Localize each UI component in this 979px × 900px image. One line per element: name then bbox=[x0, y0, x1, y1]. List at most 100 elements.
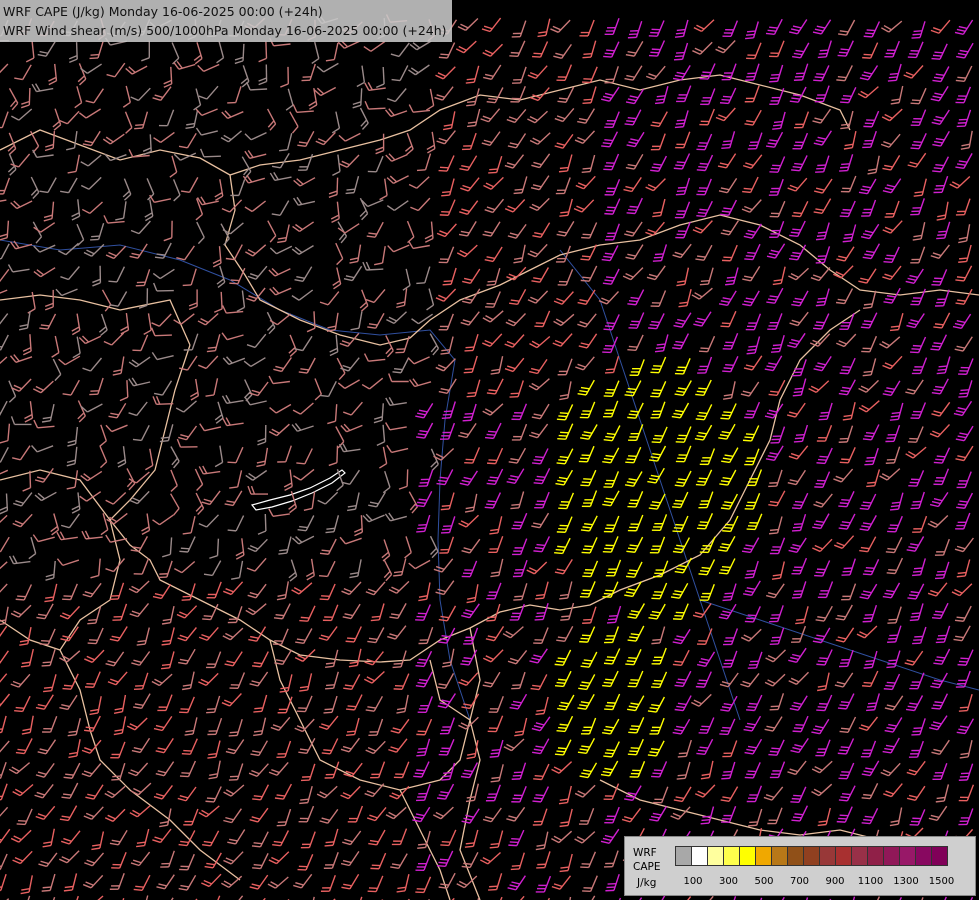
wind-barb bbox=[235, 43, 244, 63]
wind-barb bbox=[106, 647, 124, 668]
wind-barb bbox=[292, 529, 313, 545]
wind-barb bbox=[118, 112, 133, 134]
wind-barb bbox=[434, 893, 454, 900]
wind-barb bbox=[0, 58, 8, 78]
wind-barb bbox=[482, 328, 501, 348]
wind-barb bbox=[462, 265, 480, 286]
wind-barb bbox=[912, 19, 925, 40]
wind-barb bbox=[83, 578, 101, 599]
wind-barb bbox=[165, 43, 180, 65]
wind-barb bbox=[507, 465, 524, 486]
wind-barb bbox=[368, 873, 383, 895]
wind-barb bbox=[390, 850, 407, 871]
wind-barb bbox=[353, 88, 362, 108]
wind-barb bbox=[134, 872, 150, 893]
wind-barb bbox=[512, 421, 527, 443]
wind-barb bbox=[417, 151, 430, 172]
wind-barb bbox=[271, 712, 290, 732]
wind-barb bbox=[375, 425, 385, 446]
wind-barb bbox=[294, 171, 315, 188]
wind-barb bbox=[68, 716, 81, 737]
wind-barb bbox=[338, 373, 359, 390]
wind-barb bbox=[93, 446, 108, 468]
wind-barb bbox=[936, 219, 949, 240]
wind-barb bbox=[22, 334, 31, 355]
wind-barb bbox=[556, 175, 570, 197]
wind-barb bbox=[910, 130, 926, 152]
wind-barb bbox=[885, 691, 903, 712]
wind-barb bbox=[578, 735, 594, 756]
wind-barb bbox=[843, 400, 855, 421]
wind-barb bbox=[68, 153, 80, 174]
wind-barb bbox=[400, 133, 414, 155]
wind-barb bbox=[371, 601, 384, 622]
wind-barb bbox=[722, 738, 736, 760]
wind-barb bbox=[955, 602, 971, 623]
wind-barb bbox=[0, 714, 6, 735]
wind-barb bbox=[415, 852, 430, 874]
wind-barb bbox=[487, 266, 500, 287]
wind-barb bbox=[769, 153, 784, 175]
map-title-box: WRF CAPE (J/kg) Monday 16-06-2025 00:00 … bbox=[0, 0, 452, 42]
wind-barb bbox=[69, 42, 78, 62]
wind-barb bbox=[90, 695, 102, 716]
wind-barb bbox=[512, 536, 527, 558]
wind-barb bbox=[700, 581, 715, 603]
wind-barb bbox=[859, 395, 879, 414]
wind-barb bbox=[956, 196, 970, 218]
wind-barb bbox=[766, 579, 784, 600]
wind-barb bbox=[557, 445, 573, 466]
wind-barb bbox=[649, 442, 665, 463]
wind-barb bbox=[142, 449, 153, 470]
wind-barb bbox=[344, 262, 362, 283]
wind-barb bbox=[46, 514, 59, 535]
wind-barb bbox=[60, 622, 78, 643]
wind-barb bbox=[226, 241, 242, 262]
wind-barb bbox=[528, 60, 547, 80]
wind-barb bbox=[840, 444, 855, 466]
wind-barb bbox=[716, 103, 735, 123]
wind-barb bbox=[222, 104, 244, 119]
wind-barb bbox=[153, 263, 174, 281]
wind-barb bbox=[315, 893, 335, 900]
wind-barb bbox=[59, 349, 80, 366]
wind-barb bbox=[81, 397, 102, 413]
wind-barb bbox=[84, 239, 104, 259]
wind-barb bbox=[883, 377, 900, 398]
wind-barb bbox=[342, 466, 360, 487]
wind-barb bbox=[910, 601, 923, 622]
wind-barb bbox=[672, 330, 688, 351]
wind-barb bbox=[508, 645, 527, 666]
wind-barb bbox=[578, 690, 595, 711]
wind-barb bbox=[890, 311, 903, 332]
wind-barb bbox=[229, 670, 244, 692]
wind-barb bbox=[673, 600, 688, 622]
wind-barb bbox=[0, 646, 8, 667]
wind-barb bbox=[720, 400, 736, 422]
wind-barb bbox=[434, 82, 453, 103]
wind-barb bbox=[790, 784, 805, 806]
wind-barb bbox=[553, 328, 572, 348]
wind-barb bbox=[818, 579, 833, 601]
wind-barb bbox=[229, 761, 243, 782]
wind-barb bbox=[188, 469, 204, 491]
shear-title: WRF Wind shear (m/s) 500/1000hPa Monday … bbox=[3, 21, 447, 40]
wind-barb bbox=[299, 354, 315, 375]
wind-barb bbox=[582, 604, 596, 625]
wind-barb bbox=[488, 713, 503, 735]
wind-barb bbox=[674, 150, 690, 172]
wind-barb bbox=[881, 15, 901, 34]
wind-barb bbox=[672, 489, 688, 511]
wind-barb bbox=[16, 893, 30, 900]
wind-barb bbox=[885, 713, 902, 734]
wind-barb bbox=[322, 735, 338, 756]
wind-barb bbox=[462, 534, 480, 555]
wind-barb bbox=[43, 672, 56, 693]
wind-barb bbox=[840, 84, 856, 106]
wind-barb bbox=[11, 149, 30, 169]
wind-barb bbox=[907, 533, 924, 554]
wind-barb bbox=[599, 286, 618, 306]
wind-barb bbox=[652, 197, 665, 218]
wind-barb bbox=[932, 127, 949, 148]
wind-barb bbox=[512, 760, 526, 781]
